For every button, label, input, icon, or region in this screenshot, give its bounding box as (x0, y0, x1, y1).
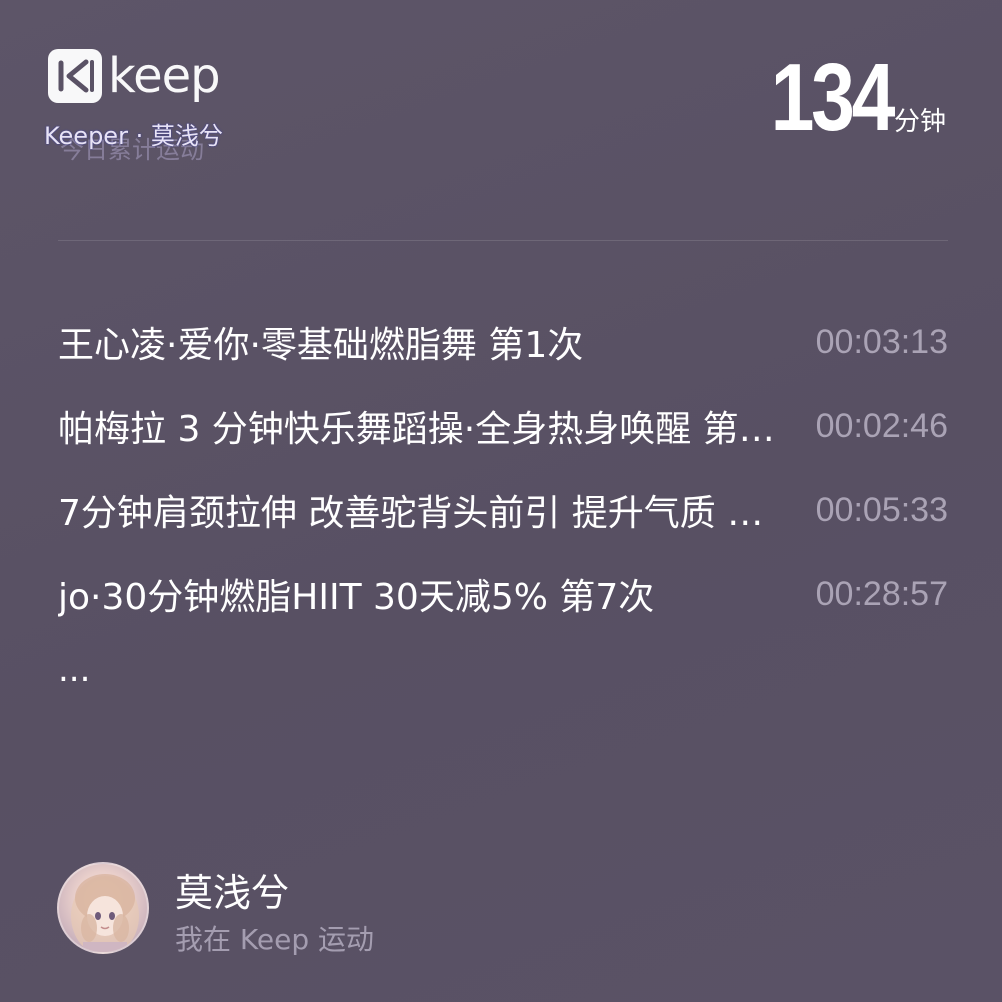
total-duration-value: 134 (770, 44, 895, 151)
workout-row: 王心凌·爱你·零基础燃脂舞 第1次 00:03:13 (58, 300, 948, 384)
keeper-line: 今日累计运动 Keeper · 莫浅兮 (44, 116, 304, 164)
workout-duration: 00:28:57 (815, 575, 948, 613)
workout-row: 7分钟肩颈拉伸 改善驼背头前引 提升气质 第1次 00:05:33 (58, 468, 948, 552)
workout-duration: 00:03:13 (815, 323, 948, 361)
total-duration-unit: 分钟 (893, 107, 946, 137)
workout-title: jo·30分钟燃脂HIIT 30天减5% 第7次 (58, 577, 655, 618)
user-name: 莫浅兮 (175, 871, 290, 915)
workout-title: 7分钟肩颈拉伸 改善驼背头前引 提升气质 第1次 (58, 493, 790, 534)
user-subtitle: 我在 Keep 运动 (175, 923, 374, 956)
workout-row: jo·30分钟燃脂HIIT 30天减5% 第7次 00:28:57 (58, 552, 948, 636)
workout-duration: 00:02:46 (815, 407, 948, 445)
workout-title: 帕梅拉 3 分钟快乐舞蹈操·全身热身唤醒 第1次 (58, 409, 790, 450)
brand-header: keep 今日累计运动 Keeper · 莫浅兮 (44, 46, 308, 164)
workout-list: 王心凌·爱你·零基础燃脂舞 第1次 00:03:13 帕梅拉 3 分钟快乐舞蹈操… (58, 300, 948, 636)
keep-logo: keep (48, 46, 221, 106)
divider (58, 240, 948, 241)
more-indicator: ... (58, 650, 91, 690)
keep-logo-icon (48, 49, 102, 103)
keeper-name: Keeper · 莫浅兮 (44, 122, 223, 150)
workout-title: 王心凌·爱你·零基础燃脂舞 第1次 (58, 325, 584, 366)
total-duration: 134 分钟 (744, 50, 946, 146)
workout-row: 帕梅拉 3 分钟快乐舞蹈操·全身热身唤醒 第1次 00:02:46 (58, 384, 948, 468)
keep-wordmark: keep (108, 48, 221, 104)
workout-duration: 00:05:33 (815, 491, 948, 529)
avatar (57, 862, 149, 954)
